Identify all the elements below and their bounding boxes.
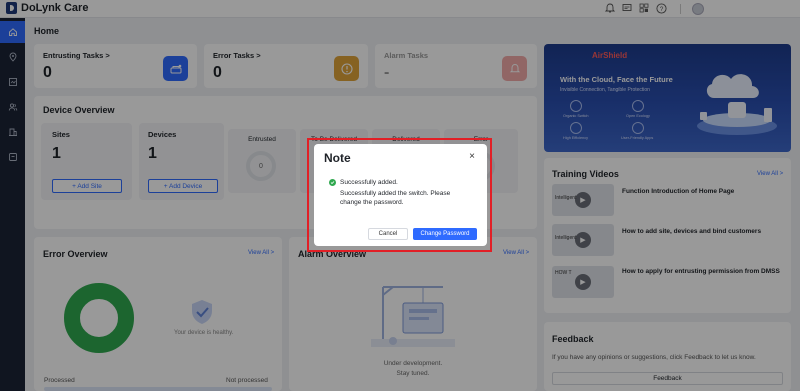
highlight-box [307, 138, 492, 252]
